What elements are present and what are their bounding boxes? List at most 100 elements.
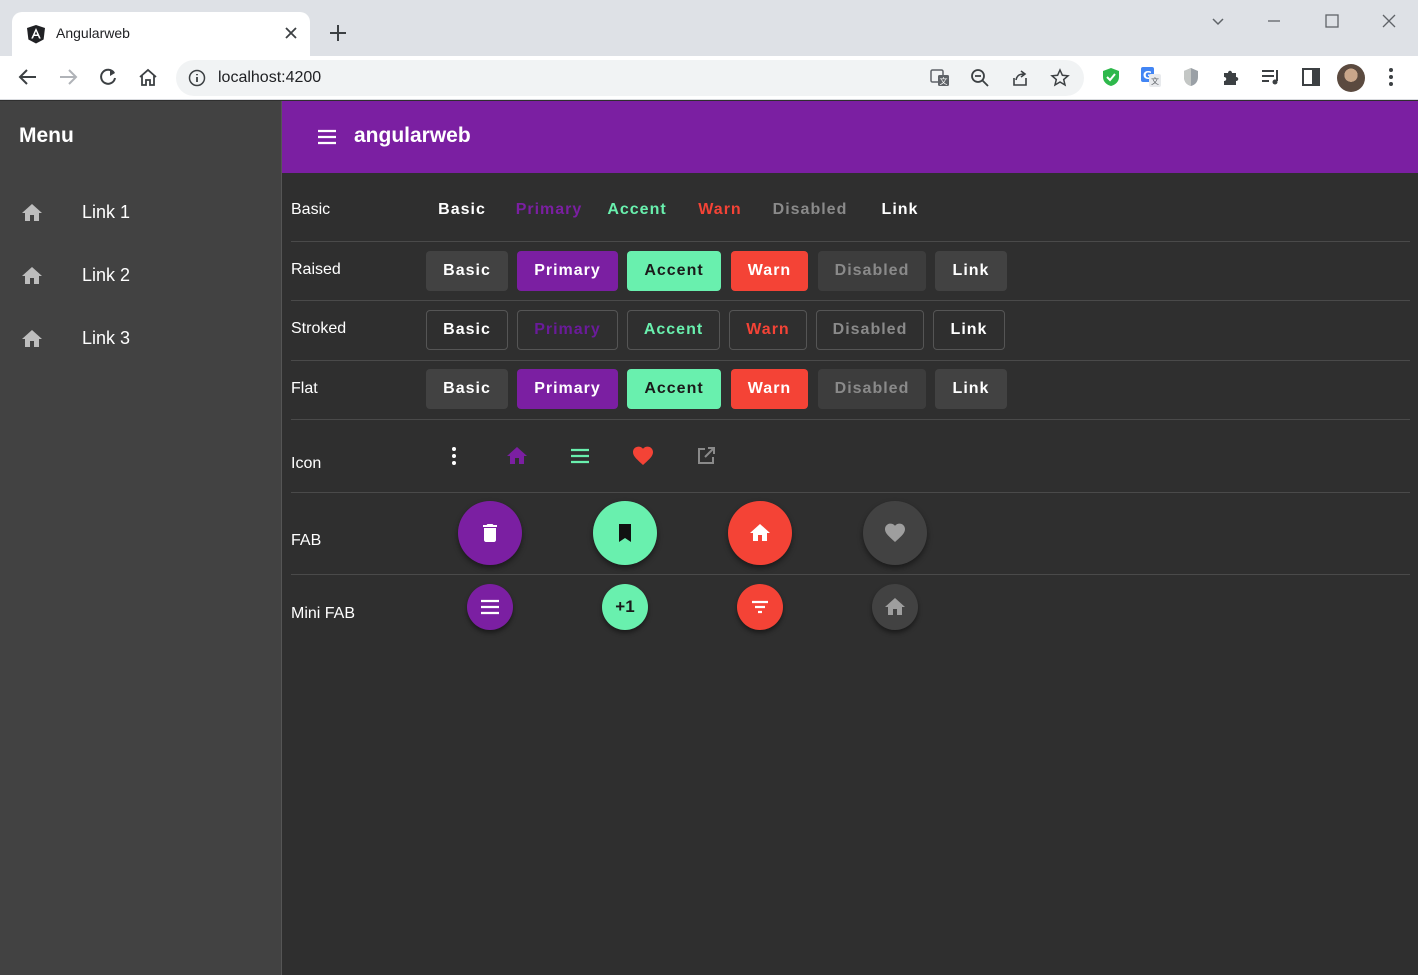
home-icon [885, 598, 905, 615]
raised-primary-button[interactable]: Primary [517, 251, 618, 291]
sidenav-link-2[interactable]: Link 2 [0, 248, 280, 304]
shield-check-extension-icon[interactable] [1100, 66, 1122, 88]
bookmark-fab[interactable] [593, 501, 657, 565]
tab-title: Angularweb [56, 25, 130, 41]
favorite-icon-button[interactable] [623, 436, 663, 476]
angular-logo-icon [27, 25, 45, 44]
main-content: Basic Basic Primary Accent Warn Disabled… [282, 173, 1418, 975]
reload-icon[interactable] [97, 66, 119, 88]
side-panel-icon[interactable] [1300, 66, 1322, 88]
open-in-new-button [686, 436, 726, 476]
bookmark-star-icon[interactable] [1050, 68, 1070, 88]
raised-disabled-button: Disabled [818, 251, 926, 291]
home-icon [22, 267, 42, 284]
stroked-disabled-button: Disabled [816, 310, 924, 350]
profile-avatar[interactable] [1337, 64, 1365, 92]
basic-primary-button[interactable]: Primary [507, 190, 591, 230]
icon-buttons-row: Icon [291, 420, 1410, 493]
stroked-accent-button[interactable]: Accent [627, 310, 720, 350]
app-title: angularweb [354, 124, 471, 147]
plus-one-mini-fab[interactable]: +1 [602, 584, 648, 630]
row-label: Raised [291, 261, 341, 278]
row-label: Basic [291, 201, 331, 218]
flat-basic-button[interactable]: Basic [426, 369, 508, 409]
tab-search-icon[interactable] [1207, 10, 1229, 32]
menu-mini-fab[interactable] [467, 584, 513, 630]
sidenav-link-label: Link 3 [82, 328, 131, 348]
favorite-icon [885, 523, 905, 542]
filter-list-mini-fab[interactable] [737, 584, 783, 630]
flat-accent-button[interactable]: Accent [627, 369, 721, 409]
more-menu-icon[interactable] [1380, 66, 1402, 88]
raised-link-button[interactable]: Link [935, 251, 1007, 291]
shield-extension-icon[interactable] [1180, 66, 1202, 88]
maximize-icon[interactable] [1321, 10, 1343, 32]
flat-buttons-row: Flat Basic Primary Accent Warn Disabled … [291, 361, 1410, 420]
sidenav-link-3[interactable]: Link 3 [0, 311, 280, 367]
flat-disabled-button: Disabled [818, 369, 926, 409]
row-label: Stroked [291, 320, 347, 337]
zoom-out-icon[interactable] [970, 68, 990, 88]
basic-basic-button[interactable]: Basic [426, 190, 498, 230]
media-queue-icon[interactable] [1260, 66, 1282, 88]
extensions-puzzle-icon[interactable] [1220, 66, 1242, 88]
row-label: FAB [291, 532, 322, 549]
fab-buttons-row: FAB [291, 493, 1410, 575]
stroked-buttons-row: Stroked Basic Primary Accent Warn Disabl… [291, 301, 1410, 361]
open-in-new-icon [698, 447, 715, 464]
home-mini-fab-disabled [872, 584, 918, 630]
menu-icon[interactable] [315, 125, 339, 149]
back-icon[interactable] [17, 66, 39, 88]
app-toolbar: angularweb [282, 101, 1418, 173]
site-info-icon[interactable] [188, 69, 206, 87]
basic-link-button[interactable]: Link [867, 190, 933, 230]
svg-text:文: 文 [940, 76, 948, 86]
close-window-icon[interactable] [1378, 10, 1400, 32]
flat-warn-button[interactable]: Warn [731, 369, 808, 409]
browser-toolbar: localhost:4200 文 G 文 [0, 56, 1418, 100]
sidenav-link-label: Link 1 [82, 202, 131, 222]
menu-icon-button[interactable] [560, 436, 600, 476]
delete-icon [483, 524, 497, 542]
minifab-buttons-row: Mini FAB +1 [291, 575, 1410, 655]
svg-text:文: 文 [1151, 76, 1159, 86]
home-icon-button[interactable] [497, 436, 537, 476]
home-icon[interactable] [137, 66, 159, 88]
more-vert-icon [452, 447, 456, 465]
basic-accent-button[interactable]: Accent [599, 190, 675, 230]
raised-accent-button[interactable]: Accent [627, 251, 721, 291]
row-label: Icon [291, 455, 322, 472]
stroked-primary-button[interactable]: Primary [517, 310, 618, 350]
stroked-basic-button[interactable]: Basic [426, 310, 508, 350]
row-label: Mini FAB [291, 605, 356, 622]
browser-tab[interactable]: Angularweb [12, 12, 310, 56]
home-fab[interactable] [728, 501, 792, 565]
share-icon[interactable] [1010, 68, 1030, 88]
raised-basic-button[interactable]: Basic [426, 251, 508, 291]
home-icon [507, 447, 527, 464]
more-vert-button[interactable] [434, 436, 474, 476]
url-text: localhost:4200 [218, 69, 322, 86]
new-tab-icon[interactable] [326, 21, 350, 45]
favorite-fab-disabled [863, 501, 927, 565]
favorite-icon [633, 446, 653, 465]
stroked-link-button[interactable]: Link [933, 310, 1005, 350]
row-label: Flat [291, 380, 318, 397]
stroked-warn-button[interactable]: Warn [729, 310, 807, 350]
sidenav-link-1[interactable]: Link 1 [0, 185, 280, 241]
close-tab-icon[interactable] [282, 24, 300, 42]
address-bar[interactable]: localhost:4200 文 [176, 60, 1084, 96]
google-translate-icon[interactable]: G 文 [1140, 66, 1162, 88]
minimize-icon[interactable] [1263, 10, 1285, 32]
translate-icon[interactable]: 文 [930, 68, 950, 88]
sidenav: Menu Link 1 Link 2 Link 3 [0, 101, 282, 975]
basic-buttons-row: Basic Basic Primary Accent Warn Disabled… [291, 173, 1410, 242]
flat-primary-button[interactable]: Primary [517, 369, 618, 409]
forward-icon[interactable] [57, 66, 79, 88]
raised-warn-button[interactable]: Warn [731, 251, 808, 291]
flat-link-button[interactable]: Link [935, 369, 1007, 409]
delete-fab[interactable] [458, 501, 522, 565]
sidenav-title: Menu [19, 124, 74, 147]
basic-warn-button[interactable]: Warn [683, 190, 757, 230]
bookmark-icon [619, 524, 631, 542]
